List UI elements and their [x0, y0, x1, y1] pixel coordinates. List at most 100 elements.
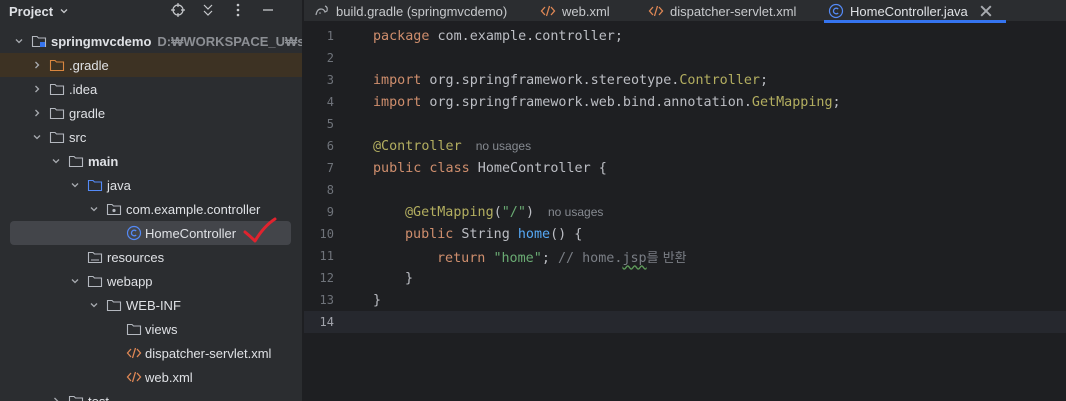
project-panel: Project springmvcdemoD:₩WORKSPACE_U₩spri…	[0, 0, 303, 401]
tree-item-homecontroller[interactable]: HomeController	[10, 217, 291, 245]
tree-item-label: .gradle	[69, 57, 109, 73]
line-number: 10	[319, 227, 334, 241]
line-number: 11	[319, 249, 334, 263]
line-number: 2	[326, 51, 334, 65]
folder-icon	[49, 83, 65, 96]
xml-icon	[648, 5, 664, 17]
code-line-current: 14	[304, 311, 1066, 333]
tree-item-label: webapp	[107, 273, 153, 289]
chevron-down-icon[interactable]	[59, 6, 69, 16]
checkmark-annotation-icon	[243, 217, 277, 243]
tree-item-gradle-hidden[interactable]: .gradle	[0, 53, 302, 77]
line-number: 5	[326, 117, 334, 131]
code-editor[interactable]: 1 package com.example.controller; 2 3 im…	[304, 23, 1066, 401]
code-text: }	[405, 270, 414, 286]
code-text: public String home() {	[405, 226, 583, 242]
code-line: 11 return "home"; // home.jsp를 반환	[304, 245, 1066, 267]
tree-item-java[interactable]: java	[0, 173, 302, 197]
chevron-down-icon[interactable]	[69, 179, 81, 191]
resources-folder-icon	[87, 251, 103, 264]
code-line: 12 }	[304, 267, 1066, 289]
tree-item-views[interactable]: views	[0, 317, 302, 341]
line-number: 6	[326, 139, 334, 153]
tree-item-web-inf[interactable]: WEB-INF	[0, 293, 302, 317]
code-line: 13 }	[304, 289, 1066, 311]
folder-icon	[49, 131, 65, 144]
code-line: 9 @GetMapping("/") no usages	[304, 201, 1066, 223]
code-text: public class HomeController {	[373, 160, 607, 176]
tree-item-idea[interactable]: .idea	[0, 77, 302, 101]
code-text: import org.springframework.web.bind.anno…	[373, 94, 841, 110]
tree-item-label: com.example.controller	[126, 201, 261, 217]
line-number: 14	[319, 315, 334, 329]
code-line: 10 public String home() {	[304, 223, 1066, 245]
folder-icon	[126, 323, 142, 336]
chevron-down-icon[interactable]	[88, 299, 100, 311]
folder-icon	[68, 155, 84, 168]
tree-item-label: resources	[107, 249, 165, 265]
usages-hint: no usages	[548, 204, 604, 219]
chevron-right-icon[interactable]	[31, 59, 43, 71]
tree-item-label: java	[107, 177, 131, 193]
chevron-right-icon[interactable]	[50, 395, 62, 401]
line-number: 12	[319, 271, 334, 285]
code-line: 3 import org.springframework.stereotype.…	[304, 69, 1066, 91]
chevron-down-icon[interactable]	[13, 35, 25, 47]
tree-item-label: gradle	[69, 105, 106, 121]
usages-hint: no usages	[475, 138, 532, 153]
tree-item-label: views	[145, 321, 178, 337]
code-line: 8	[304, 179, 1066, 201]
tab-homecontroller[interactable]: HomeController.java	[824, 0, 1006, 23]
tab-build-gradle[interactable]: build.gradle (springmvcdemo)	[314, 0, 507, 22]
tab-web-xml[interactable]: web.xml	[540, 0, 610, 22]
project-header: Project	[0, 0, 302, 22]
tree-item-label: test	[88, 393, 109, 401]
chevron-right-icon[interactable]	[31, 107, 43, 119]
folder-icon	[106, 299, 122, 312]
code-text: package com.example.controller;	[373, 28, 623, 44]
code-text: import org.springframework.stereotype.Co…	[373, 72, 769, 88]
folder-orange-icon	[49, 59, 65, 72]
line-number: 13	[319, 293, 334, 307]
tree-item-springmvcdemo[interactable]: springmvcdemoD:₩WORKSPACE_U₩springm	[0, 29, 303, 53]
code-text: return "home"; // home.jsp를 반환	[437, 250, 687, 266]
tree-item-gradle[interactable]: gradle	[0, 101, 302, 125]
tab-dispatcher-servlet[interactable]: dispatcher-servlet.xml	[648, 0, 796, 22]
chevron-down-icon[interactable]	[69, 275, 81, 287]
chevron-down-icon[interactable]	[88, 203, 100, 215]
tree-item-main[interactable]: main	[0, 149, 302, 173]
chevron-down-icon[interactable]	[50, 155, 62, 167]
tree-item-label: web.xml	[145, 369, 193, 385]
project-title[interactable]: Project	[9, 4, 53, 19]
folder-icon	[68, 395, 84, 401]
tree-item-web-xml[interactable]: web.xml	[0, 365, 302, 389]
code-line: 4 import org.springframework.web.bind.an…	[304, 91, 1066, 113]
code-line: 1 package com.example.controller;	[304, 25, 1066, 47]
tab-label: build.gradle (springmvcdemo)	[336, 3, 508, 19]
xml-icon	[540, 5, 556, 17]
tree-item-test[interactable]: test	[0, 389, 302, 401]
folder-icon	[49, 107, 65, 120]
tree-item-src[interactable]: src	[0, 125, 302, 149]
tree-item-label: springmvcdemoD:₩WORKSPACE_U₩springm	[51, 33, 303, 49]
locate-icon[interactable]	[170, 2, 186, 18]
chevron-down-icon[interactable]	[31, 131, 43, 143]
tab-label: HomeController.java	[850, 3, 968, 19]
hide-icon[interactable]	[260, 2, 276, 18]
tree-item-label: WEB-INF	[126, 297, 181, 313]
xml-icon	[126, 371, 142, 383]
expand-all-icon[interactable]	[200, 2, 216, 18]
tree-item-dispatcher-servlet[interactable]: dispatcher-servlet.xml	[0, 341, 302, 365]
code-text: @Controller no usages	[373, 138, 532, 154]
project-path: D:₩WORKSPACE_U₩springm	[157, 33, 303, 49]
tree-item-webapp[interactable]: webapp	[0, 269, 302, 293]
tree-item-label: dispatcher-servlet.xml	[145, 345, 272, 361]
code-text: @GetMapping("/") no usages	[405, 204, 604, 220]
chevron-right-icon[interactable]	[31, 83, 43, 95]
editor-tab-bar: build.gradle (springmvcdemo) web.xml dis…	[304, 0, 1066, 23]
tree-item-resources[interactable]: resources	[0, 245, 302, 269]
source-folder-icon	[87, 179, 103, 192]
options-icon[interactable]	[230, 2, 246, 18]
code-line: 2	[304, 47, 1066, 69]
close-icon[interactable]	[978, 3, 994, 19]
